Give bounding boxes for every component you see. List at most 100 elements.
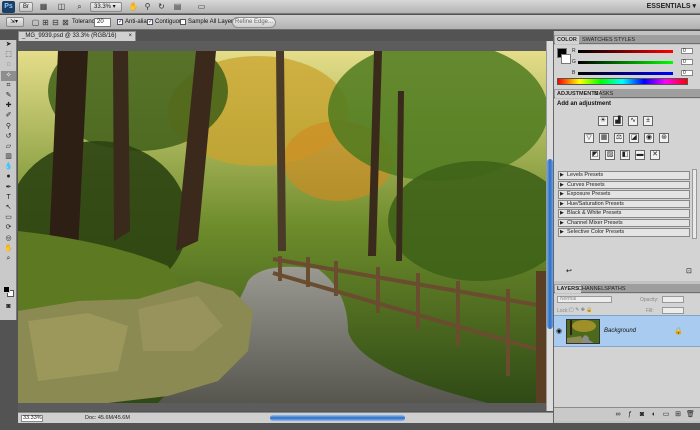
magic-wand-tool-icon[interactable]: ✧ (1, 70, 16, 81)
black-white-icon[interactable]: ◪ (629, 133, 639, 143)
status-zoom-field[interactable]: 33.33% (21, 415, 43, 422)
opacity-field[interactable] (662, 296, 684, 303)
channel-mixer-icon[interactable]: ⊛ (659, 133, 669, 143)
blue-slider[interactable] (578, 72, 673, 75)
3d-camera-tool-icon[interactable]: ◎ (1, 234, 16, 244)
zoom-tool-icon[interactable]: ⌕ (74, 2, 85, 12)
preset-hue-saturation[interactable]: Hue/Saturation Presets (558, 199, 690, 209)
marquee-tool-icon[interactable]: ⬚ (1, 50, 16, 60)
view-extras-icon[interactable]: ▦ (38, 2, 49, 12)
vertical-scrollbar[interactable] (546, 41, 553, 411)
preset-selective-color[interactable]: Selective Color Presets (558, 228, 690, 237)
layer-name[interactable]: Background (604, 328, 636, 334)
hue-saturation-icon[interactable]: ▦ (599, 133, 609, 143)
tool-preset-picker[interactable]: ⇲▾ (6, 17, 24, 27)
document-tab[interactable]: _MG_9939.psd @ 33.3% (RGB/16) × (18, 31, 136, 41)
tolerance-input[interactable]: 20 (94, 18, 111, 27)
curves-icon[interactable]: ∿ (628, 116, 638, 126)
magnify-icon[interactable]: ⚲ (142, 2, 153, 12)
new-layer-icon[interactable]: ⊞ (674, 411, 682, 419)
gradient-map-icon[interactable]: ▬ (635, 150, 645, 160)
new-group-icon[interactable]: ▭ (662, 411, 670, 419)
eraser-tool-icon[interactable]: ▱ (1, 142, 16, 152)
eyedropper-tool-icon[interactable]: ✎ (1, 91, 16, 101)
arrange-documents-icon[interactable]: ▤ (172, 2, 183, 12)
color-spectrum-bar[interactable] (557, 78, 688, 85)
preset-curves[interactable]: Curves Presets (558, 180, 690, 190)
layer-row-background[interactable]: ◉ Background 🔒 (554, 315, 700, 347)
tab-color[interactable]: COLOR (555, 36, 579, 44)
shape-tool-icon[interactable]: ▭ (1, 213, 16, 223)
anti-alias-checkbox[interactable]: ✓ (117, 19, 123, 25)
document-size-info[interactable]: Doc: 45.6M/45.6M (85, 415, 130, 421)
exposure-icon[interactable]: ± (643, 116, 653, 126)
intersect-selection-icon[interactable]: ⊠ (60, 18, 71, 28)
crop-tool-icon[interactable]: ⌗ (1, 81, 16, 91)
hand-tool-icon[interactable]: ◫ (56, 2, 67, 12)
sample-all-layers-checkbox[interactable] (180, 19, 186, 25)
lock-icons[interactable]: ▢ ✎ ✥ 🔒 (569, 307, 593, 313)
return-icon[interactable]: ↩ (566, 267, 572, 275)
layer-mask-icon[interactable]: ◙ (638, 411, 646, 419)
bg-color-chip[interactable] (561, 54, 571, 64)
red-slider[interactable] (578, 50, 673, 53)
gradient-tool-icon[interactable]: ▥ (1, 152, 16, 162)
preset-black-white[interactable]: Black & White Presets (558, 209, 690, 218)
presets-scrollbar[interactable] (692, 169, 697, 239)
adjustment-options-icon[interactable]: ⊡ (686, 267, 692, 275)
path-selection-tool-icon[interactable]: ↖ (1, 203, 16, 213)
brush-tool-icon[interactable]: ✐ (1, 111, 16, 121)
bridge-button[interactable]: Br (19, 2, 33, 12)
blend-mode-dropdown[interactable]: Normal (557, 296, 612, 303)
eye-icon[interactable]: ◉ (556, 327, 562, 335)
workspace-switcher[interactable]: ESSENTIALS ▾ (647, 2, 696, 10)
lasso-tool-icon[interactable]: ◌ (1, 60, 16, 70)
type-tool-icon[interactable]: T (1, 193, 16, 203)
zoom-tool-icon[interactable]: ⌕ (1, 254, 16, 264)
green-value[interactable]: 0 (681, 59, 693, 65)
horizontal-scroll-thumb[interactable] (270, 415, 405, 421)
preset-levels[interactable]: Levels Presets (558, 171, 690, 180)
preset-channel-mixer[interactable]: Channel Mixer Presets (558, 218, 690, 228)
rotate-view-icon[interactable]: ↻ (156, 2, 167, 12)
foreground-color-swatch[interactable] (3, 286, 10, 293)
blue-value[interactable]: 0 (681, 70, 693, 76)
screen-mode-icon[interactable]: ▭ (196, 2, 207, 12)
3d-rotate-tool-icon[interactable]: ⟳ (1, 223, 16, 233)
red-value[interactable]: 0 (681, 48, 693, 54)
tab-masks[interactable]: MASKS (592, 90, 615, 98)
canvas-area[interactable] (18, 41, 548, 411)
clone-stamp-tool-icon[interactable]: ⚲ (1, 122, 16, 132)
photo-filter-icon[interactable]: ◉ (644, 133, 654, 143)
tab-paths[interactable]: PATHS (606, 285, 628, 293)
vibrance-icon[interactable]: ▽ (584, 133, 594, 143)
threshold-icon[interactable]: ◧ (620, 150, 630, 160)
quick-mask-icon[interactable]: ◙ (1, 302, 16, 312)
invert-icon[interactable]: ◩ (590, 150, 600, 160)
color-balance-icon[interactable]: ⚖ (614, 133, 624, 143)
selective-color-icon[interactable]: ✕ (650, 150, 660, 160)
delete-layer-icon[interactable]: 🗑 (686, 411, 695, 419)
zoom-level-dropdown[interactable]: 33.3% ▾ (90, 2, 122, 12)
dodge-tool-icon[interactable]: ● (1, 172, 16, 182)
pen-tool-icon[interactable]: ✒ (1, 183, 16, 193)
fill-field[interactable] (662, 307, 684, 314)
tab-channels[interactable]: CHANNELS (576, 285, 610, 293)
contiguous-checkbox[interactable]: ✓ (147, 19, 153, 25)
move-tool-icon[interactable]: ➤ (1, 40, 16, 50)
tab-swatches[interactable]: SWATCHES (580, 36, 615, 44)
posterize-icon[interactable]: ▨ (605, 150, 615, 160)
brightness-contrast-icon[interactable]: ☀ (598, 116, 608, 126)
close-document-icon[interactable]: × (128, 32, 132, 41)
history-brush-tool-icon[interactable]: ↺ (1, 132, 16, 142)
adjustment-layer-icon[interactable]: ◐ (650, 411, 658, 419)
link-layers-icon[interactable]: ∞ (614, 411, 622, 419)
healing-brush-tool-icon[interactable]: ✚ (1, 101, 16, 111)
tab-styles[interactable]: STYLES (612, 36, 637, 44)
layer-style-icon[interactable]: ƒ (626, 411, 634, 419)
green-slider[interactable] (578, 61, 673, 64)
levels-icon[interactable]: ▟ (613, 116, 623, 126)
preset-exposure[interactable]: Exposure Presets (558, 190, 690, 199)
blur-tool-icon[interactable]: 💧 (1, 162, 16, 172)
hand-tool-icon[interactable]: ✋ (1, 244, 16, 254)
